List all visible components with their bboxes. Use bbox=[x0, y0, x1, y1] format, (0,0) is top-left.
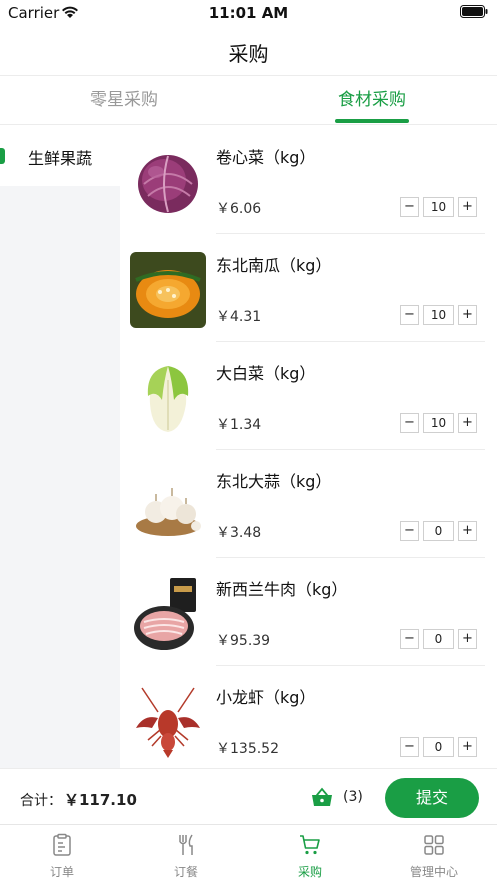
red-cabbage-image bbox=[138, 155, 198, 213]
purchase-tabs: 零星采购 食材采购 bbox=[0, 77, 497, 125]
product-item[interactable]: 大白菜（kg） ￥1.34 − 10 + bbox=[120, 342, 497, 450]
quantity-field[interactable]: 10 bbox=[423, 305, 454, 325]
product-price: ￥4.31 bbox=[216, 309, 262, 325]
sidebar-active-indicator bbox=[0, 148, 5, 164]
decrease-button[interactable]: − bbox=[400, 737, 419, 757]
tab-meal-ordering[interactable]: 订餐 bbox=[124, 825, 248, 883]
product-item[interactable]: 卷心菜（kg） ￥6.06 − 10 + bbox=[120, 126, 497, 234]
quantity-field[interactable]: 10 bbox=[423, 197, 454, 217]
quantity-stepper: − 0 + bbox=[400, 629, 477, 649]
category-sidebar: 生鲜果蔬 bbox=[0, 126, 120, 768]
grid-icon bbox=[424, 835, 444, 855]
sidebar-item-label: 生鲜果蔬 bbox=[28, 149, 93, 168]
product-name: 卷心菜（kg） bbox=[216, 148, 316, 167]
increase-button[interactable]: + bbox=[458, 521, 477, 541]
page-title: 采购 bbox=[228, 42, 269, 66]
increase-button[interactable]: + bbox=[458, 305, 477, 325]
tab-label: 订餐 bbox=[173, 865, 198, 879]
order-summary-bar: 合计： ￥117.10 (3) 提交 bbox=[0, 768, 497, 824]
battery-icon bbox=[460, 5, 488, 18]
quantity-stepper: − 10 + bbox=[400, 197, 477, 217]
product-name: 大白菜（kg） bbox=[216, 364, 316, 383]
cart-count: (3) bbox=[343, 789, 363, 805]
quantity-stepper: − 0 + bbox=[400, 521, 477, 541]
tab-label: 订单 bbox=[49, 865, 74, 879]
cart-icon bbox=[300, 835, 320, 855]
screen: Carrier 11:01 AM 采购 零星采购 食材采购 生鲜果蔬 卷心菜（k… bbox=[0, 0, 497, 883]
increase-button[interactable]: + bbox=[458, 413, 477, 433]
quantity-field[interactable]: 0 bbox=[423, 629, 454, 649]
bottom-tab-bar: 订单 订餐 采购 管理中心 bbox=[0, 824, 497, 883]
quantity-stepper: − 10 + bbox=[400, 413, 477, 433]
tab-label: 管理中心 bbox=[409, 865, 458, 879]
clock: 11:01 AM bbox=[208, 4, 289, 22]
quantity-field[interactable]: 10 bbox=[423, 413, 454, 433]
product-price: ￥135.52 bbox=[216, 741, 279, 757]
fork-knife-icon bbox=[179, 834, 193, 855]
product-item[interactable]: 小龙虾（kg） ￥135.52 − 0 + bbox=[120, 666, 497, 768]
product-item[interactable]: 东北南瓜（kg） ￥4.31 − 10 + bbox=[120, 234, 497, 342]
crayfish-image bbox=[136, 687, 200, 758]
sidebar-item-fresh-produce[interactable]: 生鲜果蔬 bbox=[0, 126, 120, 186]
quantity-field[interactable]: 0 bbox=[423, 737, 454, 757]
product-item[interactable]: 新西兰牛肉（kg） ￥95.39 − 0 + bbox=[120, 558, 497, 666]
beef-slices-image bbox=[134, 578, 196, 650]
garlic-image bbox=[136, 488, 201, 536]
pumpkin-image bbox=[130, 252, 206, 328]
increase-button[interactable]: + bbox=[458, 629, 477, 649]
tab-ingredient-purchase[interactable]: 食材采购 bbox=[248, 77, 496, 125]
product-price: ￥95.39 bbox=[216, 633, 271, 649]
quantity-stepper: − 10 + bbox=[400, 305, 477, 325]
product-name: 东北大蒜（kg） bbox=[216, 472, 332, 491]
product-list[interactable]: 卷心菜（kg） ￥6.06 − 10 + 东北南瓜（kg） ￥4.31 − 10… bbox=[120, 126, 497, 768]
product-price: ￥3.48 bbox=[216, 525, 262, 541]
product-name: 小龙虾（kg） bbox=[216, 688, 316, 707]
submit-button[interactable]: 提交 bbox=[385, 778, 479, 818]
status-bar: Carrier 11:01 AM bbox=[0, 0, 497, 26]
decrease-button[interactable]: − bbox=[400, 629, 419, 649]
product-item[interactable]: 东北大蒜（kg） ￥3.48 − 0 + bbox=[120, 450, 497, 558]
tab-purchase[interactable]: 采购 bbox=[248, 825, 372, 883]
tab-management-center[interactable]: 管理中心 bbox=[372, 825, 496, 883]
product-price: ￥1.34 bbox=[216, 417, 262, 433]
nav-bar: 采购 bbox=[0, 26, 497, 76]
quantity-stepper: − 0 + bbox=[400, 737, 477, 757]
decrease-button[interactable]: − bbox=[400, 305, 419, 325]
increase-button[interactable]: + bbox=[458, 737, 477, 757]
tab-sporadic-purchase[interactable]: 零星采购 bbox=[0, 77, 248, 125]
tab-label: 采购 bbox=[297, 865, 322, 879]
increase-button[interactable]: + bbox=[458, 197, 477, 217]
total-label: 合计： bbox=[20, 793, 62, 809]
decrease-button[interactable]: − bbox=[400, 521, 419, 541]
tab-active-indicator bbox=[335, 119, 409, 123]
quantity-field[interactable]: 0 bbox=[423, 521, 454, 541]
napa-cabbage-image bbox=[147, 366, 189, 432]
total-amount: ￥117.10 bbox=[64, 791, 137, 809]
clipboard-icon bbox=[53, 833, 71, 856]
product-name: 东北南瓜（kg） bbox=[216, 256, 332, 275]
decrease-button[interactable]: − bbox=[400, 413, 419, 433]
product-name: 新西兰牛肉（kg） bbox=[216, 580, 348, 599]
basket-icon[interactable] bbox=[311, 787, 333, 807]
tab-label: 食材采购 bbox=[338, 90, 406, 110]
decrease-button[interactable]: − bbox=[400, 197, 419, 217]
product-price: ￥6.06 bbox=[216, 201, 262, 217]
tab-orders[interactable]: 订单 bbox=[0, 825, 124, 883]
